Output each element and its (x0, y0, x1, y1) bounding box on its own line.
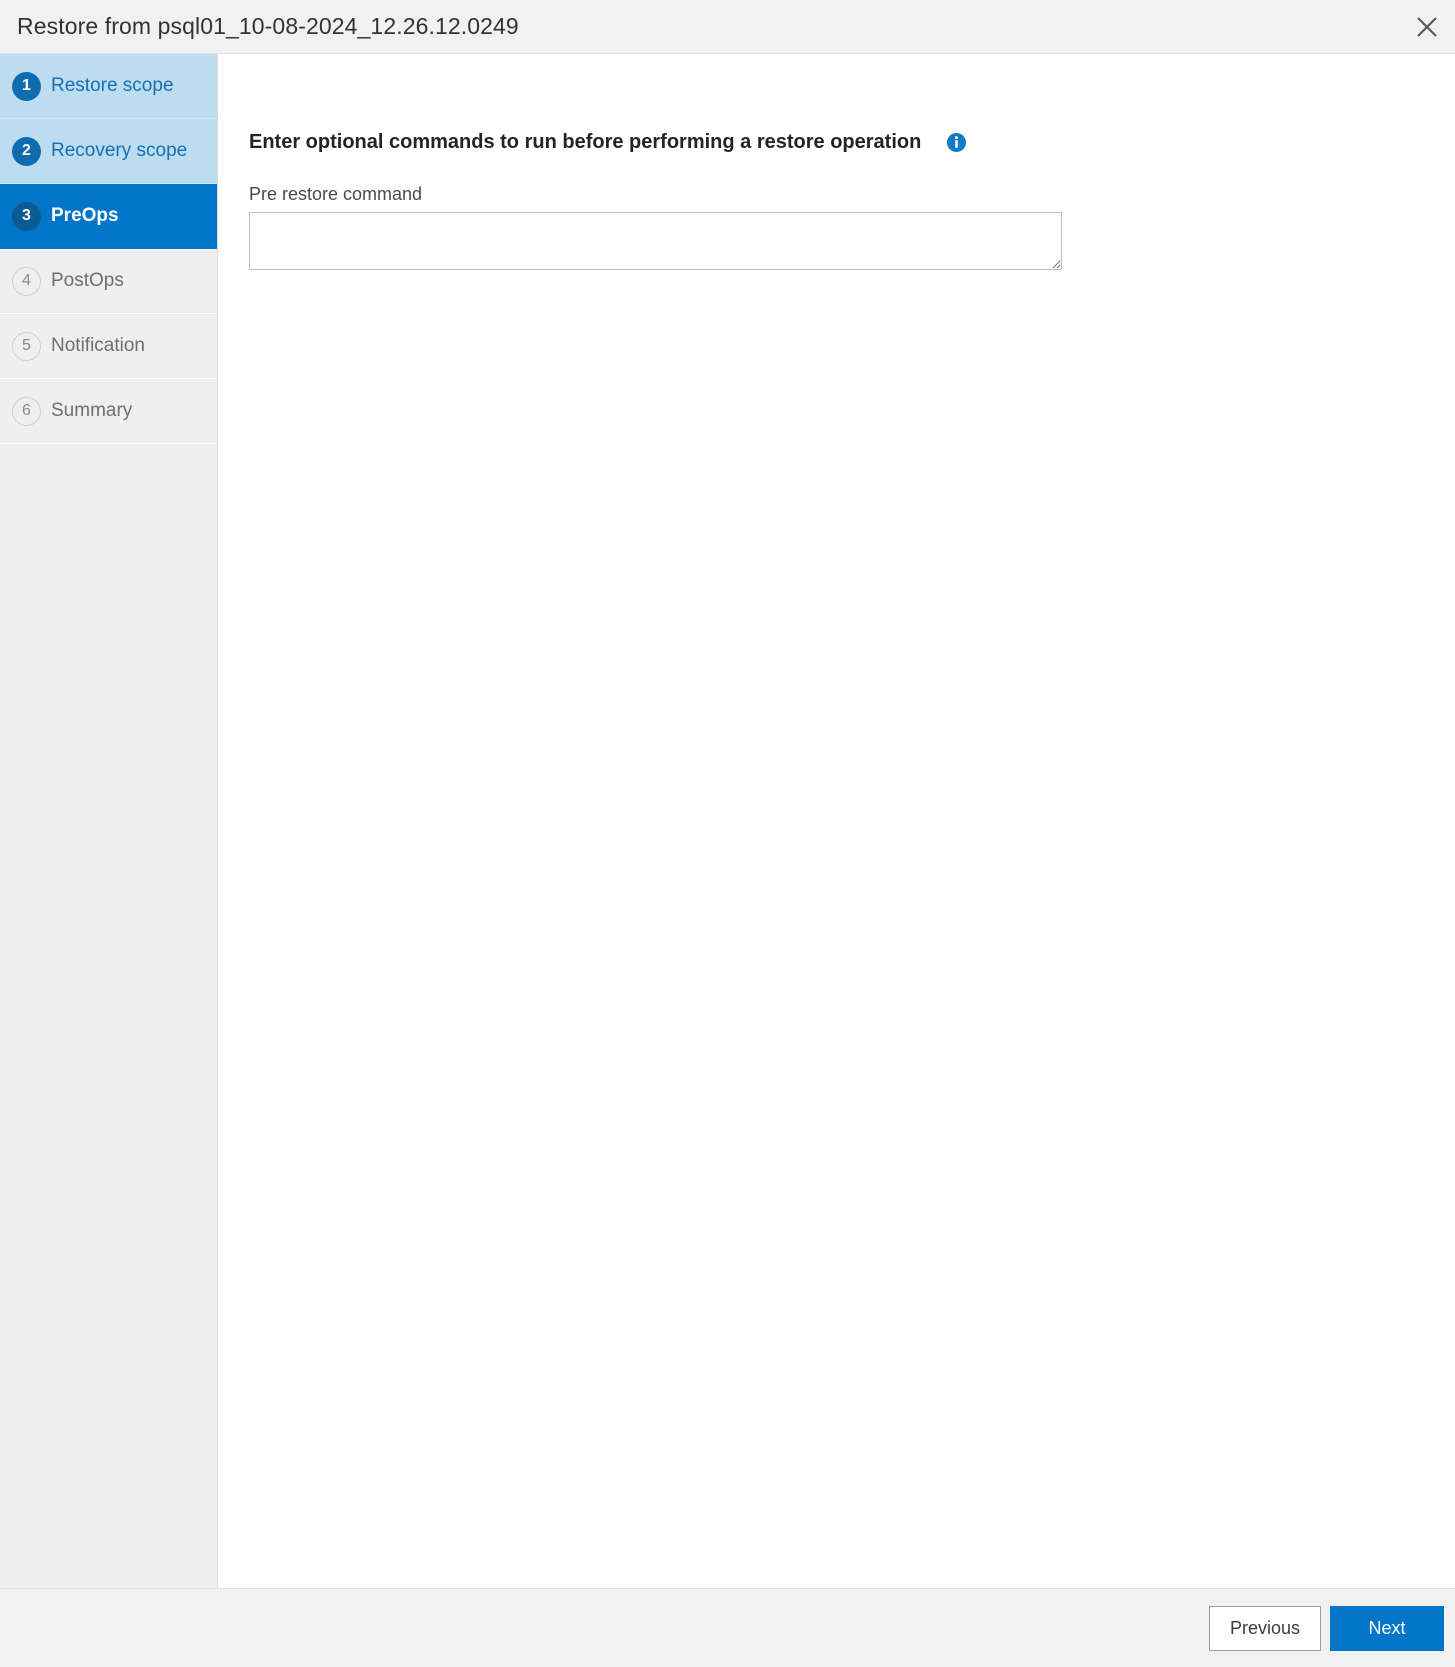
sidebar-step-restore-scope[interactable]: 1 Restore scope (0, 54, 217, 119)
sidebar-step-recovery-scope[interactable]: 2 Recovery scope (0, 119, 217, 184)
dialog-title: Restore from psql01_10-08-2024_12.26.12.… (17, 13, 519, 39)
restore-wizard-dialog: Restore from psql01_10-08-2024_12.26.12.… (0, 0, 1455, 1667)
info-icon[interactable] (947, 132, 967, 152)
step-label: Notification (51, 335, 145, 356)
step-label: PostOps (51, 270, 124, 291)
step-number-badge: 2 (12, 136, 41, 166)
sidebar-empty-space (0, 444, 217, 1588)
wizard-step-sidebar: 1 Restore scope 2 Recovery scope 3 PreOp… (0, 54, 218, 1588)
step-number-badge: 1 (12, 71, 41, 101)
preops-heading-row: Enter optional commands to run before pe… (249, 132, 1455, 152)
step-label: Restore scope (51, 75, 174, 96)
step-number-badge: 3 (12, 201, 41, 231)
step-number-badge: 6 (12, 396, 41, 426)
sidebar-step-postops[interactable]: 4 PostOps (0, 249, 217, 314)
pre-restore-command-input[interactable] (249, 212, 1062, 270)
dialog-body: 1 Restore scope 2 Recovery scope 3 PreOp… (0, 54, 1455, 1588)
step-number-badge: 4 (12, 266, 41, 296)
close-icon (1416, 16, 1438, 38)
step-label: PreOps (51, 205, 119, 226)
page-title: Enter optional commands to run before pe… (249, 131, 922, 153)
sidebar-step-notification[interactable]: 5 Notification (0, 314, 217, 379)
next-button[interactable]: Next (1330, 1605, 1444, 1651)
dialog-footer: Previous Next (0, 1588, 1455, 1667)
step-label: Recovery scope (51, 140, 188, 161)
step-label: Summary (51, 400, 133, 421)
sidebar-step-preops[interactable]: 3 PreOps (0, 184, 217, 249)
sidebar-step-summary[interactable]: 6 Summary (0, 379, 217, 444)
close-button[interactable] (1407, 7, 1447, 47)
step-number-badge: 5 (12, 331, 41, 361)
preops-panel: Enter optional commands to run before pe… (218, 54, 1455, 1588)
dialog-titlebar: Restore from psql01_10-08-2024_12.26.12.… (0, 0, 1455, 54)
pre-restore-command-field: Pre restore command (249, 185, 1455, 270)
pre-restore-command-label: Pre restore command (249, 184, 423, 204)
previous-button[interactable]: Previous (1208, 1605, 1321, 1651)
